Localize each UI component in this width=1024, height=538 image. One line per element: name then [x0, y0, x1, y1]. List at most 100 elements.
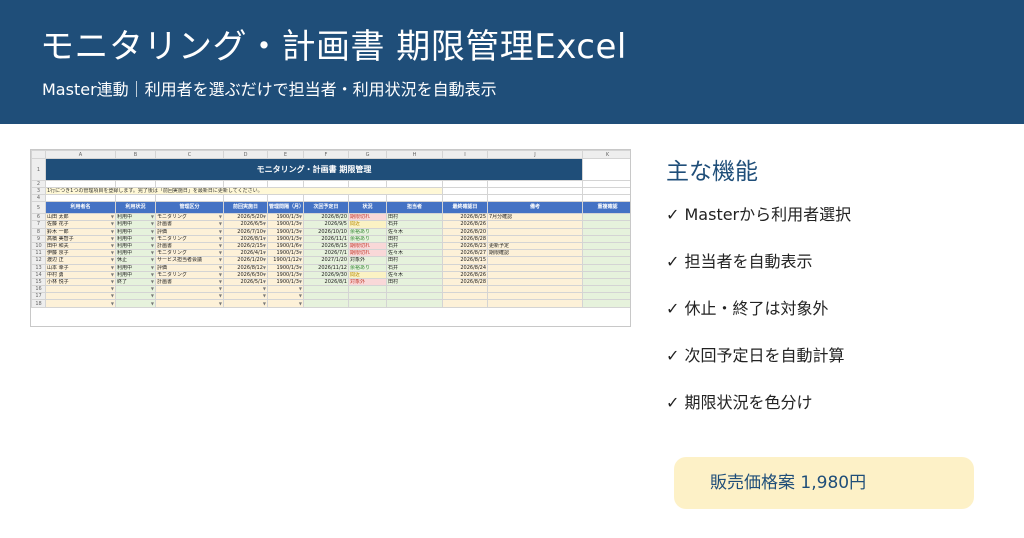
dropdown-arrow-icon[interactable]: ▼: [111, 236, 114, 241]
previous-date-cell[interactable]: ▼: [223, 285, 268, 294]
dropdown-arrow-icon[interactable]: ▼: [219, 258, 222, 263]
interval-cell[interactable]: 1900/1/3 ▼: [267, 234, 304, 243]
dropdown-arrow-icon[interactable]: ▼: [263, 222, 266, 227]
dropdown-arrow-icon[interactable]: ▼: [111, 251, 114, 256]
user-name-cell[interactable]: 山本 幸子 ▼: [45, 263, 116, 272]
previous-date-cell[interactable]: 2026/4/1 ▼: [223, 249, 268, 258]
category-cell[interactable]: モニタリング ▼: [155, 270, 224, 279]
interval-cell[interactable]: 1900/1/3 ▼: [267, 277, 304, 287]
memo-cell[interactable]: [487, 299, 583, 308]
interval-cell[interactable]: 1900/1/6 ▼: [267, 241, 304, 251]
dropdown-arrow-icon[interactable]: ▼: [299, 279, 302, 284]
category-cell[interactable]: ▼: [155, 285, 224, 294]
user-name-cell[interactable]: 伊藤 京子 ▼: [45, 249, 116, 258]
last-checked-cell[interactable]: 2026/8/26: [442, 270, 488, 279]
category-cell[interactable]: 計画書 ▼: [155, 241, 224, 251]
last-checked-cell[interactable]: 2026/8/28: [442, 234, 488, 243]
dropdown-arrow-icon[interactable]: ▼: [111, 222, 114, 227]
previous-date-cell[interactable]: 2026/5/1 ▼: [223, 277, 268, 287]
dropdown-arrow-icon[interactable]: ▼: [151, 258, 154, 263]
dropdown-arrow-icon[interactable]: ▼: [219, 229, 222, 234]
row-number[interactable]: 4: [31, 194, 46, 203]
interval-cell[interactable]: 1900/1/3 ▼: [267, 270, 304, 279]
category-cell[interactable]: 計画書 ▼: [155, 277, 224, 287]
row-number[interactable]: 11: [31, 249, 46, 258]
memo-cell[interactable]: 更新予定: [487, 241, 583, 251]
last-checked-cell[interactable]: 2026/8/25: [442, 213, 488, 222]
dropdown-arrow-icon[interactable]: ▼: [111, 279, 114, 284]
dropdown-arrow-icon[interactable]: ▼: [111, 229, 114, 234]
memo-cell[interactable]: [487, 277, 583, 287]
user-name-cell[interactable]: 田中 和夫 ▼: [45, 241, 116, 251]
dropdown-arrow-icon[interactable]: ▼: [263, 215, 266, 220]
user-name-cell[interactable]: ▼: [45, 292, 116, 301]
user-name-cell[interactable]: 佐藤 花子 ▼: [45, 220, 116, 229]
category-cell[interactable]: モニタリング ▼: [155, 213, 224, 222]
interval-cell[interactable]: 1900/1/3 ▼: [267, 220, 304, 229]
dropdown-arrow-icon[interactable]: ▼: [299, 243, 302, 248]
dropdown-arrow-icon[interactable]: ▼: [263, 251, 266, 256]
row-number[interactable]: 13: [31, 263, 46, 272]
dropdown-arrow-icon[interactable]: ▼: [219, 215, 222, 220]
dropdown-arrow-icon[interactable]: ▼: [111, 272, 114, 277]
user-name-cell[interactable]: ▼: [45, 299, 116, 308]
column-letter[interactable]: F: [303, 150, 349, 159]
memo-cell[interactable]: [487, 270, 583, 279]
memo-cell[interactable]: [487, 234, 583, 243]
last-checked-cell[interactable]: [442, 285, 488, 294]
column-letter[interactable]: C: [155, 150, 224, 159]
interval-cell[interactable]: 1900/1/3 ▼: [267, 249, 304, 258]
column-letter[interactable]: J: [487, 150, 583, 159]
row-number[interactable]: 18: [31, 299, 46, 308]
dropdown-arrow-icon[interactable]: ▼: [151, 215, 154, 220]
last-checked-cell[interactable]: 2026/8/24: [442, 263, 488, 272]
dropdown-arrow-icon[interactable]: ▼: [263, 301, 266, 306]
user-name-cell[interactable]: 渡辺 正 ▼: [45, 256, 116, 265]
dropdown-arrow-icon[interactable]: ▼: [263, 294, 266, 299]
dropdown-arrow-icon[interactable]: ▼: [111, 215, 114, 220]
dropdown-arrow-icon[interactable]: ▼: [111, 287, 114, 292]
row-number[interactable]: 7: [31, 220, 46, 229]
last-checked-cell[interactable]: 2026/8/27: [442, 249, 488, 258]
dropdown-arrow-icon[interactable]: ▼: [299, 272, 302, 277]
dropdown-arrow-icon[interactable]: ▼: [111, 258, 114, 263]
category-cell[interactable]: 評価 ▼: [155, 227, 224, 236]
dropdown-arrow-icon[interactable]: ▼: [219, 222, 222, 227]
user-name-cell[interactable]: 中村 勇 ▼: [45, 270, 116, 279]
row-number[interactable]: 1: [31, 158, 46, 181]
dropdown-arrow-icon[interactable]: ▼: [219, 265, 222, 270]
row-number[interactable]: 15: [31, 277, 46, 287]
dropdown-arrow-icon[interactable]: ▼: [219, 279, 222, 284]
row-number[interactable]: 5: [31, 201, 46, 215]
category-cell[interactable]: モニタリング ▼: [155, 234, 224, 243]
last-checked-cell[interactable]: 2026/8/26: [442, 220, 488, 229]
category-cell[interactable]: 評価 ▼: [155, 263, 224, 272]
memo-cell[interactable]: [487, 227, 583, 236]
interval-cell[interactable]: ▼: [267, 292, 304, 301]
interval-cell[interactable]: 1900/1/12 ▼: [267, 256, 304, 265]
interval-cell[interactable]: 1900/1/3 ▼: [267, 227, 304, 236]
dropdown-arrow-icon[interactable]: ▼: [219, 287, 222, 292]
dropdown-arrow-icon[interactable]: ▼: [263, 243, 266, 248]
user-name-cell[interactable]: ▼: [45, 285, 116, 294]
dropdown-arrow-icon[interactable]: ▼: [219, 301, 222, 306]
row-number[interactable]: 8: [31, 227, 46, 236]
column-letter[interactable]: H: [386, 150, 443, 159]
dropdown-arrow-icon[interactable]: ▼: [151, 265, 154, 270]
dropdown-arrow-icon[interactable]: ▼: [263, 272, 266, 277]
user-name-cell[interactable]: 小林 悦子 ▼: [45, 277, 116, 287]
category-cell[interactable]: ▼: [155, 299, 224, 308]
dropdown-arrow-icon[interactable]: ▼: [111, 294, 114, 299]
category-cell[interactable]: 計画書 ▼: [155, 220, 224, 229]
interval-cell[interactable]: ▼: [267, 285, 304, 294]
user-name-cell[interactable]: 山田 太郎 ▼: [45, 213, 116, 222]
previous-date-cell[interactable]: 2026/5/20 ▼: [223, 213, 268, 222]
dropdown-arrow-icon[interactable]: ▼: [299, 229, 302, 234]
column-letter[interactable]: G: [348, 150, 387, 159]
memo-cell[interactable]: [487, 220, 583, 229]
column-letter[interactable]: I: [442, 150, 488, 159]
dropdown-arrow-icon[interactable]: ▼: [151, 272, 154, 277]
memo-cell[interactable]: 期限確認: [487, 249, 583, 258]
dropdown-arrow-icon[interactable]: ▼: [263, 236, 266, 241]
dropdown-arrow-icon[interactable]: ▼: [263, 265, 266, 270]
